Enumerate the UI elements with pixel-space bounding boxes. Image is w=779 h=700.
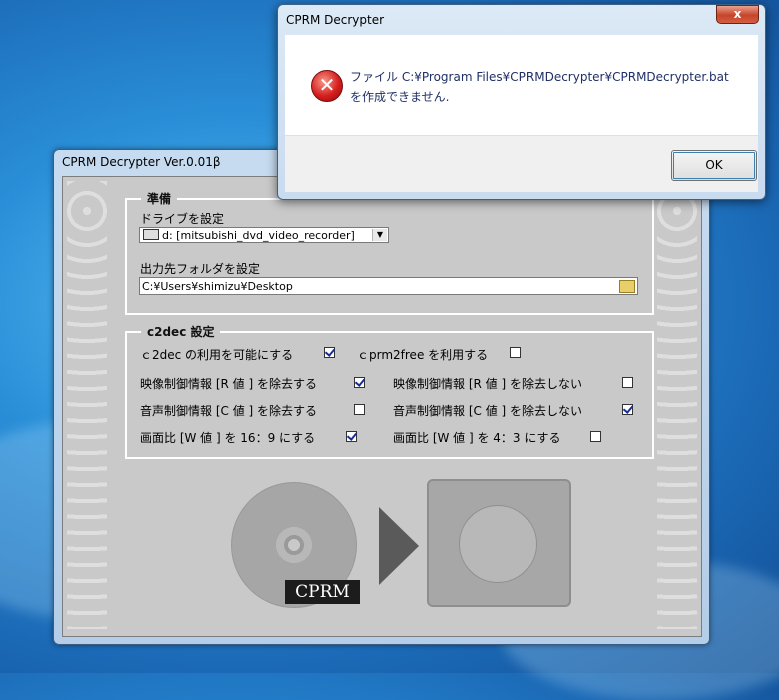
hard-drive-icon	[427, 479, 571, 607]
main-window-client: 準備 ドライブを設定 d: [mitsubishi_dvd_video_reco…	[62, 176, 702, 637]
option-cprm2free-checkbox[interactable]	[510, 347, 521, 358]
chevron-down-icon[interactable]: ▼	[372, 229, 387, 241]
option-video-r-remove-label: 映像制御情報 [R 値 ] を除去する	[140, 377, 317, 391]
option-audio-c-keep-checkbox[interactable]	[622, 404, 633, 415]
dialog-title: CPRM Decrypter	[286, 13, 385, 27]
folder-icon[interactable]	[619, 280, 635, 293]
option-aspect-169-checkbox[interactable]	[346, 431, 357, 442]
option-enable-c2dec-label: ｃ2dec の利用を可能にする	[140, 348, 294, 362]
output-folder-label: 出力先フォルダを設定	[140, 262, 261, 276]
hdd-platter	[459, 505, 537, 583]
drive-label: ドライブを設定	[140, 212, 225, 226]
option-video-r-remove-checkbox[interactable]	[354, 377, 365, 388]
cprm-tag: CPRM	[285, 580, 360, 604]
error-dialog: CPRM Decrypter x ✕ ファイル C:¥Program Files…	[277, 4, 766, 200]
option-aspect-43-checkbox[interactable]	[590, 431, 601, 442]
error-icon: ✕	[311, 70, 343, 102]
close-icon: x	[733, 7, 742, 21]
dialog-message-line2: を作成できません.	[350, 90, 450, 104]
drive-icon	[143, 229, 159, 240]
option-aspect-43-label: 画面比 [W 値 ] を 4：3 にする	[393, 431, 561, 445]
prep-group-legend: 準備	[141, 190, 178, 207]
dialog-footer: OK	[285, 135, 758, 192]
option-aspect-169-label: 画面比 [W 値 ] を 16：9 にする	[140, 431, 316, 445]
option-audio-c-remove-label: 音声制御情報 [C 値 ] を除去する	[140, 404, 318, 418]
arrow-right-icon	[379, 507, 419, 585]
drive-select-value: d: [mitsubishi_dvd_video_recorder]	[162, 229, 355, 242]
output-folder-value: C:¥Users¥shimizu¥Desktop	[142, 280, 293, 293]
dialog-body: ✕ ファイル C:¥Program Files¥CPRMDecrypter¥CP…	[285, 35, 758, 135]
option-cprm2free-label: ｃprm2free を利用する	[357, 348, 489, 362]
option-enable-c2dec-checkbox[interactable]	[324, 347, 335, 358]
c2dec-group-legend: c2dec 設定	[141, 323, 221, 340]
ornament-right	[657, 181, 697, 629]
dialog-message-line1: ファイル C:¥Program Files¥CPRMDecrypter¥CPRM…	[350, 70, 729, 84]
main-window-title: CPRM Decrypter Ver.0.01β	[62, 155, 221, 169]
drive-select[interactable]: d: [mitsubishi_dvd_video_recorder] ▼	[139, 227, 389, 243]
close-button[interactable]: x	[716, 5, 759, 24]
output-folder-input[interactable]: C:¥Users¥shimizu¥Desktop	[139, 277, 638, 295]
option-video-r-keep-label: 映像制御情報 [R 値 ] を除去しない	[393, 377, 582, 391]
option-audio-c-keep-label: 音声制御情報 [C 値 ] を除去しない	[393, 404, 583, 418]
option-audio-c-remove-checkbox[interactable]	[354, 404, 365, 415]
ok-button[interactable]: OK	[671, 150, 757, 181]
ornament-left	[67, 181, 107, 629]
option-video-r-keep-checkbox[interactable]	[622, 377, 633, 388]
main-window: CPRM Decrypter Ver.0.01β 準備 ドライブを設定 d: […	[53, 149, 710, 645]
